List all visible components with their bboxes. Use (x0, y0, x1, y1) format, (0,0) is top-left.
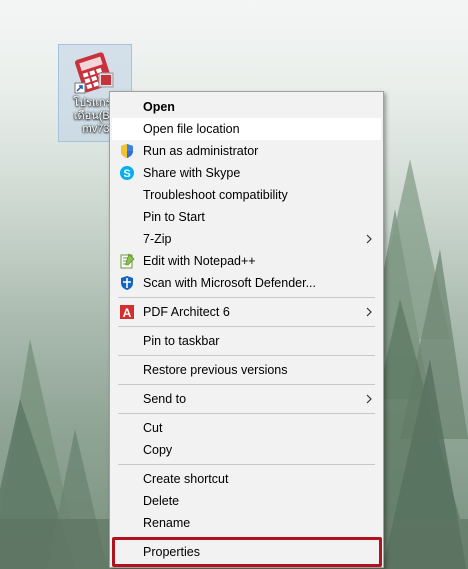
menu-item-edit-with-notepad-plus-plus[interactable]: Edit with Notepad++ (112, 250, 381, 272)
chevron-right-icon (366, 394, 372, 404)
menu-item-label: Rename (143, 516, 191, 530)
skype-icon: S (120, 166, 134, 180)
menu-item-label: PDF Architect 6 (143, 305, 230, 319)
shield-icon (121, 144, 133, 158)
notepad-plus-plus-icon (120, 253, 135, 269)
menu-item-label: Restore previous versions (143, 363, 288, 377)
menu-item-pin-to-taskbar[interactable]: Pin to taskbar (112, 330, 381, 352)
menu-item-share-with-skype[interactable]: S Share with Skype (112, 162, 381, 184)
menu-item-label: Send to (143, 392, 187, 406)
menu-item-open[interactable]: Open (112, 96, 381, 118)
menu-item-label: Pin to taskbar (143, 334, 220, 348)
menu-item-troubleshoot-compatibility[interactable]: Troubleshoot compatibility (112, 184, 381, 206)
menu-separator (118, 413, 375, 414)
menu-item-label: Pin to Start (143, 210, 205, 224)
menu-item-cut[interactable]: Cut (112, 417, 381, 439)
calculator-app-icon (74, 52, 114, 94)
menu-item-label: Edit with Notepad++ (143, 254, 256, 268)
menu-item-delete[interactable]: Delete (112, 490, 381, 512)
menu-item-copy[interactable]: Copy (112, 439, 381, 461)
menu-item-label: Troubleshoot compatibility (143, 188, 288, 202)
menu-item-label: Run as administrator (143, 144, 259, 158)
context-menu: Open Open file location Run as administr… (109, 91, 384, 568)
menu-item-pin-to-start[interactable]: Pin to Start (112, 206, 381, 228)
svg-text:A: A (123, 306, 132, 320)
menu-item-restore-previous-versions[interactable]: Restore previous versions (112, 359, 381, 381)
defender-icon (121, 276, 133, 290)
menu-item-label: 7-Zip (143, 232, 172, 246)
menu-item-label: Share with Skype (143, 166, 241, 180)
menu-separator (118, 326, 375, 327)
menu-separator (118, 355, 375, 356)
pdf-architect-icon: A (120, 305, 134, 320)
menu-item-7-zip[interactable]: 7-Zip (112, 228, 381, 250)
menu-separator (118, 297, 375, 298)
menu-item-open-file-location[interactable]: Open file location (112, 118, 381, 140)
menu-item-send-to[interactable]: Send to (112, 388, 381, 410)
menu-item-label: Delete (143, 494, 180, 508)
svg-text:S: S (123, 168, 130, 180)
properties-highlight-box (112, 537, 382, 567)
menu-item-scan-with-microsoft-defender[interactable]: Scan with Microsoft Defender... (112, 272, 381, 294)
menu-item-label: Open file location (143, 122, 240, 136)
chevron-right-icon (366, 234, 372, 244)
menu-separator (118, 464, 375, 465)
menu-item-label: Scan with Microsoft Defender... (143, 276, 316, 290)
menu-item-pdf-architect-6[interactable]: A PDF Architect 6 (112, 301, 381, 323)
menu-item-label: Create shortcut (143, 472, 229, 486)
menu-item-create-shortcut[interactable]: Create shortcut (112, 468, 381, 490)
menu-separator (118, 384, 375, 385)
menu-item-run-as-administrator[interactable]: Run as administrator (112, 140, 381, 162)
menu-item-rename[interactable]: Rename (112, 512, 381, 534)
menu-item-label: Open (143, 100, 175, 114)
menu-item-label: Copy (143, 443, 173, 457)
menu-item-label: Cut (143, 421, 163, 435)
chevron-right-icon (366, 307, 372, 317)
